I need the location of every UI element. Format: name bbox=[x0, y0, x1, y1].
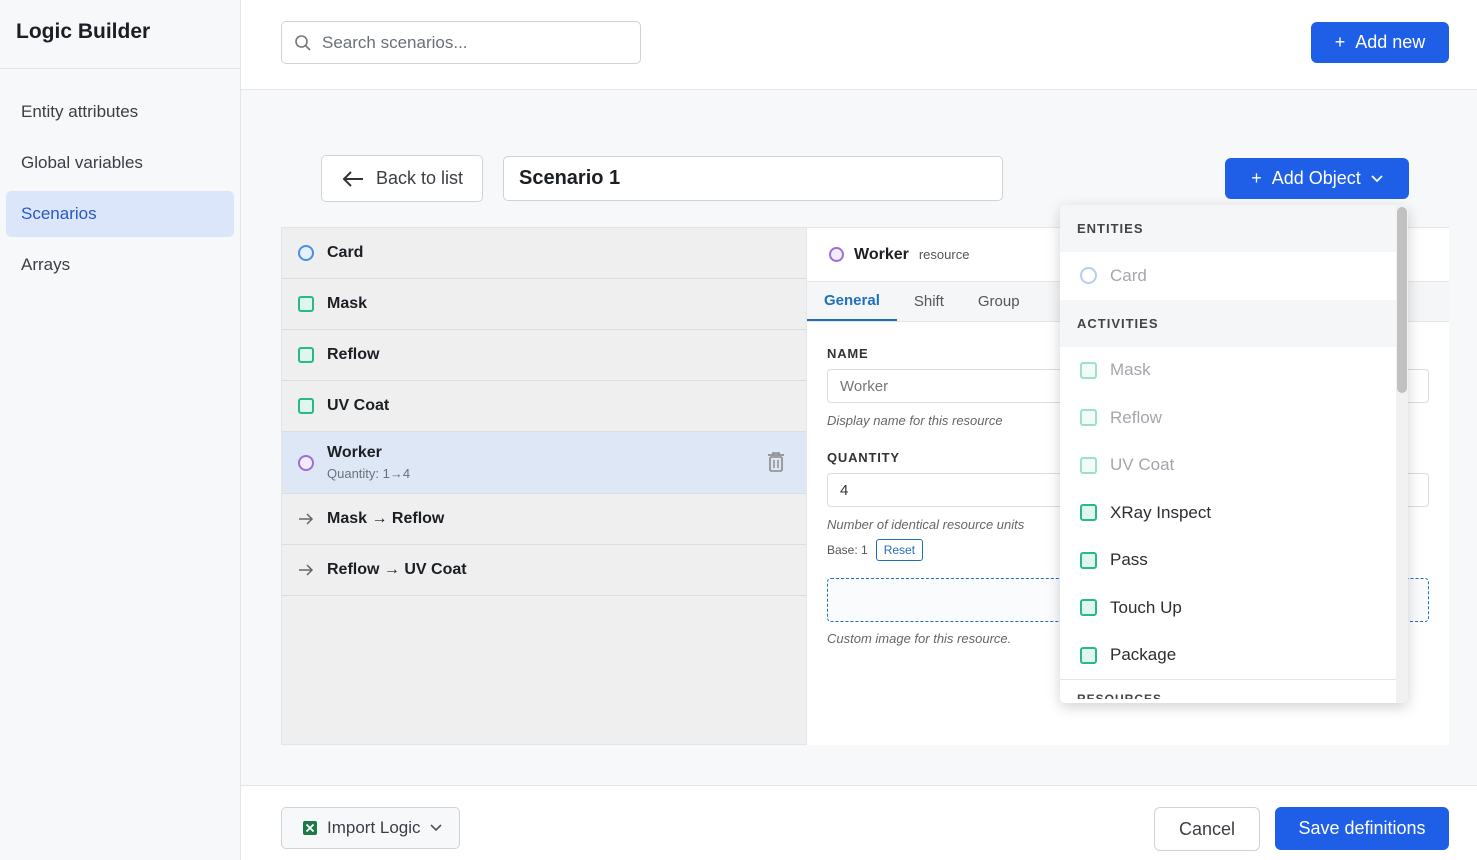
tab-shift[interactable]: Shift bbox=[897, 282, 961, 321]
entity-circle-icon bbox=[298, 245, 314, 261]
object-list: Card Mask Reflow UV Coat Worker Quantity… bbox=[281, 227, 807, 745]
dropdown-item-label: Pass bbox=[1110, 550, 1148, 570]
list-item-label: Card bbox=[327, 244, 364, 261]
app-title: Logic Builder bbox=[0, 0, 240, 69]
dropdown-item-label: Reflow bbox=[1110, 407, 1162, 427]
sidebar: Logic Builder Entity attributes Global v… bbox=[0, 0, 241, 860]
name-hint: Display name for this resource bbox=[827, 413, 1003, 428]
dropdown-item-reflow: Reflow bbox=[1060, 394, 1408, 442]
dropdown-item-uv-coat: UV Coat bbox=[1060, 442, 1408, 490]
plus-icon: + bbox=[1334, 32, 1346, 52]
list-item-selected[interactable]: Worker Quantity: 1→4 bbox=[282, 432, 806, 494]
list-item-label: Worker bbox=[327, 444, 382, 461]
excel-icon bbox=[303, 821, 317, 835]
activity-square-icon bbox=[298, 398, 314, 414]
list-item[interactable]: Reflow → UV Coat bbox=[282, 545, 806, 596]
search-icon bbox=[295, 34, 311, 51]
activity-square-icon bbox=[1080, 361, 1097, 379]
arrow-right-icon bbox=[299, 513, 314, 525]
list-item-label: UV Coat bbox=[327, 397, 390, 414]
add-new-label: Add new bbox=[1355, 32, 1426, 52]
tab-general[interactable]: General bbox=[807, 282, 897, 321]
back-to-list-label: Back to list bbox=[376, 168, 464, 188]
base-row: Base: 1 Reset bbox=[827, 539, 924, 561]
topbar: + Add new bbox=[241, 0, 1477, 90]
sidebar-item-scenarios[interactable]: Scenarios bbox=[6, 191, 234, 237]
list-item[interactable]: Mask bbox=[282, 279, 806, 330]
list-item-label: Reflow → UV Coat bbox=[327, 561, 467, 578]
sidebar-item-global-variables[interactable]: Global variables bbox=[6, 140, 234, 186]
dropdown-item-label: XRay Inspect bbox=[1110, 502, 1212, 522]
activity-square-icon bbox=[1080, 599, 1097, 617]
tab-group[interactable]: Group bbox=[961, 282, 1037, 321]
plus-icon: + bbox=[1251, 168, 1262, 188]
chevron-down-icon bbox=[1371, 174, 1383, 182]
dropdown-section-resources: RESOURCES bbox=[1060, 679, 1408, 699]
dropdown-section-entities: ENTITIES bbox=[1060, 205, 1408, 252]
footer: Import Logic Cancel Save definitions bbox=[241, 785, 1477, 860]
arrow-right-icon bbox=[299, 564, 314, 576]
list-item-label: Mask bbox=[327, 295, 368, 312]
dropdown-item-label: Touch Up bbox=[1110, 597, 1182, 617]
dropdown-item-card: Card bbox=[1060, 252, 1408, 300]
back-to-list-button[interactable]: Back to list bbox=[321, 155, 483, 202]
search-box bbox=[281, 21, 641, 64]
activity-square-icon bbox=[1080, 456, 1097, 474]
activity-square-icon bbox=[1080, 551, 1097, 569]
list-item-subtitle: Quantity: 1→4 bbox=[327, 466, 411, 481]
import-logic-button[interactable]: Import Logic bbox=[281, 807, 460, 849]
resource-circle-icon bbox=[829, 247, 844, 262]
base-value: Base: 1 bbox=[827, 543, 868, 557]
image-hint: Custom image for this resource. bbox=[827, 631, 1012, 646]
dropdown-item-label: Card bbox=[1110, 265, 1147, 285]
name-field-label: NAME bbox=[827, 346, 869, 361]
sidebar-item-entity-attributes[interactable]: Entity attributes bbox=[6, 89, 234, 135]
dropdown-item-pass[interactable]: Pass bbox=[1060, 537, 1408, 585]
search-input[interactable] bbox=[322, 32, 622, 53]
activity-square-icon bbox=[1080, 409, 1097, 427]
list-item-label: Reflow bbox=[327, 346, 380, 363]
activity-square-icon bbox=[298, 347, 314, 363]
add-object-dropdown: ENTITIES Card ACTIVITIES Mask Reflow UV … bbox=[1060, 205, 1408, 703]
activity-square-icon bbox=[1080, 504, 1097, 522]
chevron-down-icon bbox=[429, 824, 442, 832]
cancel-button[interactable]: Cancel bbox=[1154, 807, 1260, 851]
list-item-label: Mask → Reflow bbox=[327, 510, 445, 527]
sidebar-item-arrays[interactable]: Arrays bbox=[6, 242, 234, 288]
import-logic-label: Import Logic bbox=[327, 818, 421, 837]
reset-button[interactable]: Reset bbox=[875, 539, 924, 561]
arrow-left-icon bbox=[342, 170, 363, 187]
dropdown-item-xray-inspect[interactable]: XRay Inspect bbox=[1060, 489, 1408, 537]
activity-square-icon bbox=[1080, 646, 1097, 664]
quantity-field-label: QUANTITY bbox=[827, 450, 900, 465]
list-item[interactable]: Mask → Reflow bbox=[282, 494, 806, 545]
list-item[interactable]: Reflow bbox=[282, 330, 806, 381]
dropdown-item-mask: Mask bbox=[1060, 347, 1408, 395]
quantity-hint: Number of identical resource units bbox=[827, 517, 1025, 532]
dropdown-item-label: Package bbox=[1110, 645, 1177, 665]
dropdown-scrollbar[interactable] bbox=[1396, 205, 1408, 703]
sidebar-nav: Entity attributes Global variables Scena… bbox=[0, 69, 240, 313]
save-definitions-button[interactable]: Save definitions bbox=[1275, 807, 1449, 850]
dropdown-item-label: UV Coat bbox=[1110, 455, 1175, 475]
scenario-name-input[interactable] bbox=[503, 156, 1003, 201]
trash-icon[interactable] bbox=[766, 451, 786, 473]
detail-kind: resource bbox=[918, 247, 970, 262]
dropdown-section-activities: ACTIVITIES bbox=[1060, 299, 1408, 347]
add-object-label: Add Object bbox=[1271, 168, 1361, 188]
add-new-button[interactable]: + Add new bbox=[1311, 22, 1449, 63]
dropdown-item-touch-up[interactable]: Touch Up bbox=[1060, 584, 1408, 632]
dropdown-item-label: Mask bbox=[1110, 360, 1151, 380]
list-item-text: Worker Quantity: 1→4 bbox=[327, 444, 410, 481]
resource-circle-icon bbox=[298, 454, 314, 471]
dropdown-item-package[interactable]: Package bbox=[1060, 632, 1408, 680]
activity-square-icon bbox=[298, 296, 314, 312]
scrollbar-thumb[interactable] bbox=[1397, 207, 1407, 393]
entity-circle-icon bbox=[1080, 267, 1097, 285]
add-object-button[interactable]: + Add Object bbox=[1225, 158, 1409, 199]
list-item[interactable]: UV Coat bbox=[282, 381, 806, 432]
list-item[interactable]: Card bbox=[282, 228, 806, 279]
detail-title: Worker bbox=[854, 245, 909, 263]
